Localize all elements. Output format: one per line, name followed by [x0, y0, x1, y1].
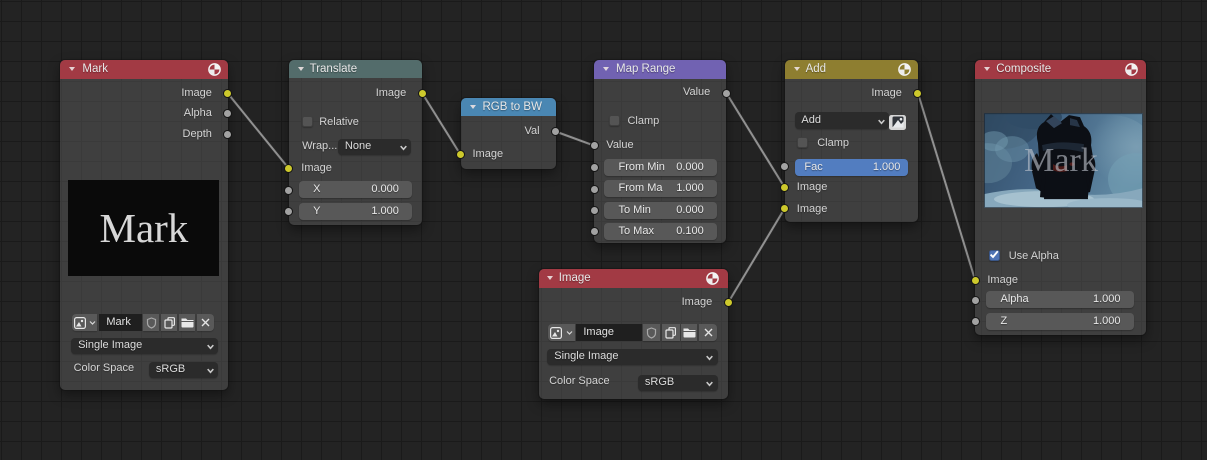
svg-text:Mark: Mark — [1024, 142, 1098, 179]
